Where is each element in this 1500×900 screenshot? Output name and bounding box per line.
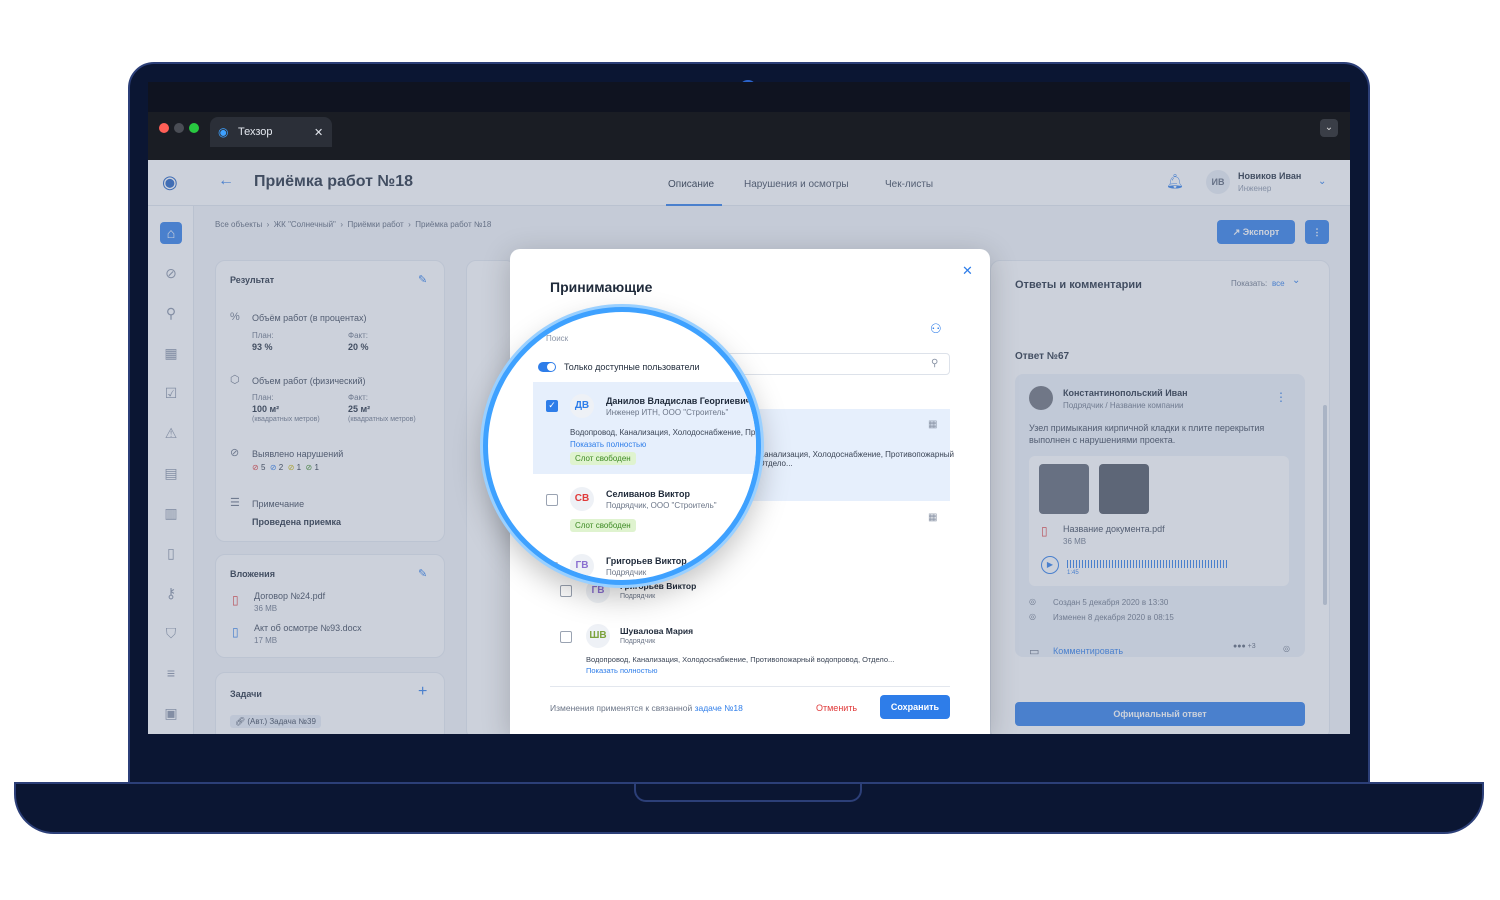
calendar-icon[interactable]: ▦ (928, 512, 937, 523)
close-tab-icon[interactable]: ✕ (314, 126, 323, 139)
person-details: Водопровод, Канализация, Холодоснабжение… (586, 655, 895, 664)
person-checkbox[interactable]: ✓ (546, 400, 558, 412)
search-icon[interactable]: ⚲ (931, 358, 938, 369)
cancel-button[interactable]: Отменить (816, 703, 857, 713)
show-more-link[interactable]: Показать полностью (586, 666, 657, 675)
person-role: Подрядчик (620, 638, 656, 645)
person-checkbox[interactable] (560, 585, 572, 597)
person-checkbox[interactable] (546, 494, 558, 506)
person-role: Подрядчик (620, 593, 656, 600)
person-checkbox[interactable] (560, 631, 572, 643)
person-name: Шувалова Мария (620, 626, 694, 636)
save-button[interactable]: Сохранить (880, 695, 950, 719)
eye-logo-icon: ◉ (218, 125, 229, 139)
slot-free-badge: Слот свободен (570, 452, 636, 465)
modal-title: Принимающие (550, 279, 653, 295)
toggle-label: Только доступные пользователи (564, 362, 700, 372)
maximize-window-dot[interactable] (189, 123, 199, 133)
avatar: СВ (570, 487, 594, 511)
add-user-icon[interactable]: ⚇ (930, 321, 942, 337)
person-name: Григорьев Виктор (606, 556, 687, 566)
person-role: Подрядчик (606, 568, 647, 577)
minimize-window-dot[interactable] (174, 123, 184, 133)
person-checkbox[interactable] (546, 562, 558, 574)
close-icon[interactable]: ✕ (962, 263, 973, 279)
laptop-groove (634, 782, 862, 802)
browser-tab[interactable]: ◉ Техзор ✕ (210, 117, 332, 147)
search-placeholder: Поиск (546, 334, 569, 343)
calendar-icon[interactable]: ▦ (928, 419, 937, 430)
avatar: ДВ (570, 394, 594, 418)
close-window-dot[interactable] (159, 123, 169, 133)
available-toggle[interactable] (538, 362, 556, 372)
chevron-down-icon[interactable]: ⌄ (1320, 119, 1338, 137)
person-name: Данилов Владислав Георгиевич (606, 396, 751, 406)
avatar: ШВ (586, 624, 610, 648)
person-name: Селиванов Виктор (606, 489, 690, 499)
person-role: Инженер ИТН, ООО "Строитель" (606, 408, 729, 417)
task-link[interactable]: задаче №18 (695, 703, 743, 713)
person-details: Водопровод, Канализация, Холодоснабжение… (570, 428, 760, 437)
magnifier-lens: Поиск Только доступные пользователи ✓ ДВ… (483, 307, 761, 585)
person-role: Подрядчик, ООО "Строитель" (606, 501, 717, 510)
browser-tab-title: Техзор (238, 126, 273, 138)
footer-note: Изменения применятся к связанной задаче … (550, 703, 743, 713)
slot-free-badge: Слот свободен (570, 519, 636, 532)
show-more-link[interactable]: Показать полностью (570, 440, 646, 449)
divider (550, 686, 950, 687)
avatar: ГВ (570, 554, 594, 578)
